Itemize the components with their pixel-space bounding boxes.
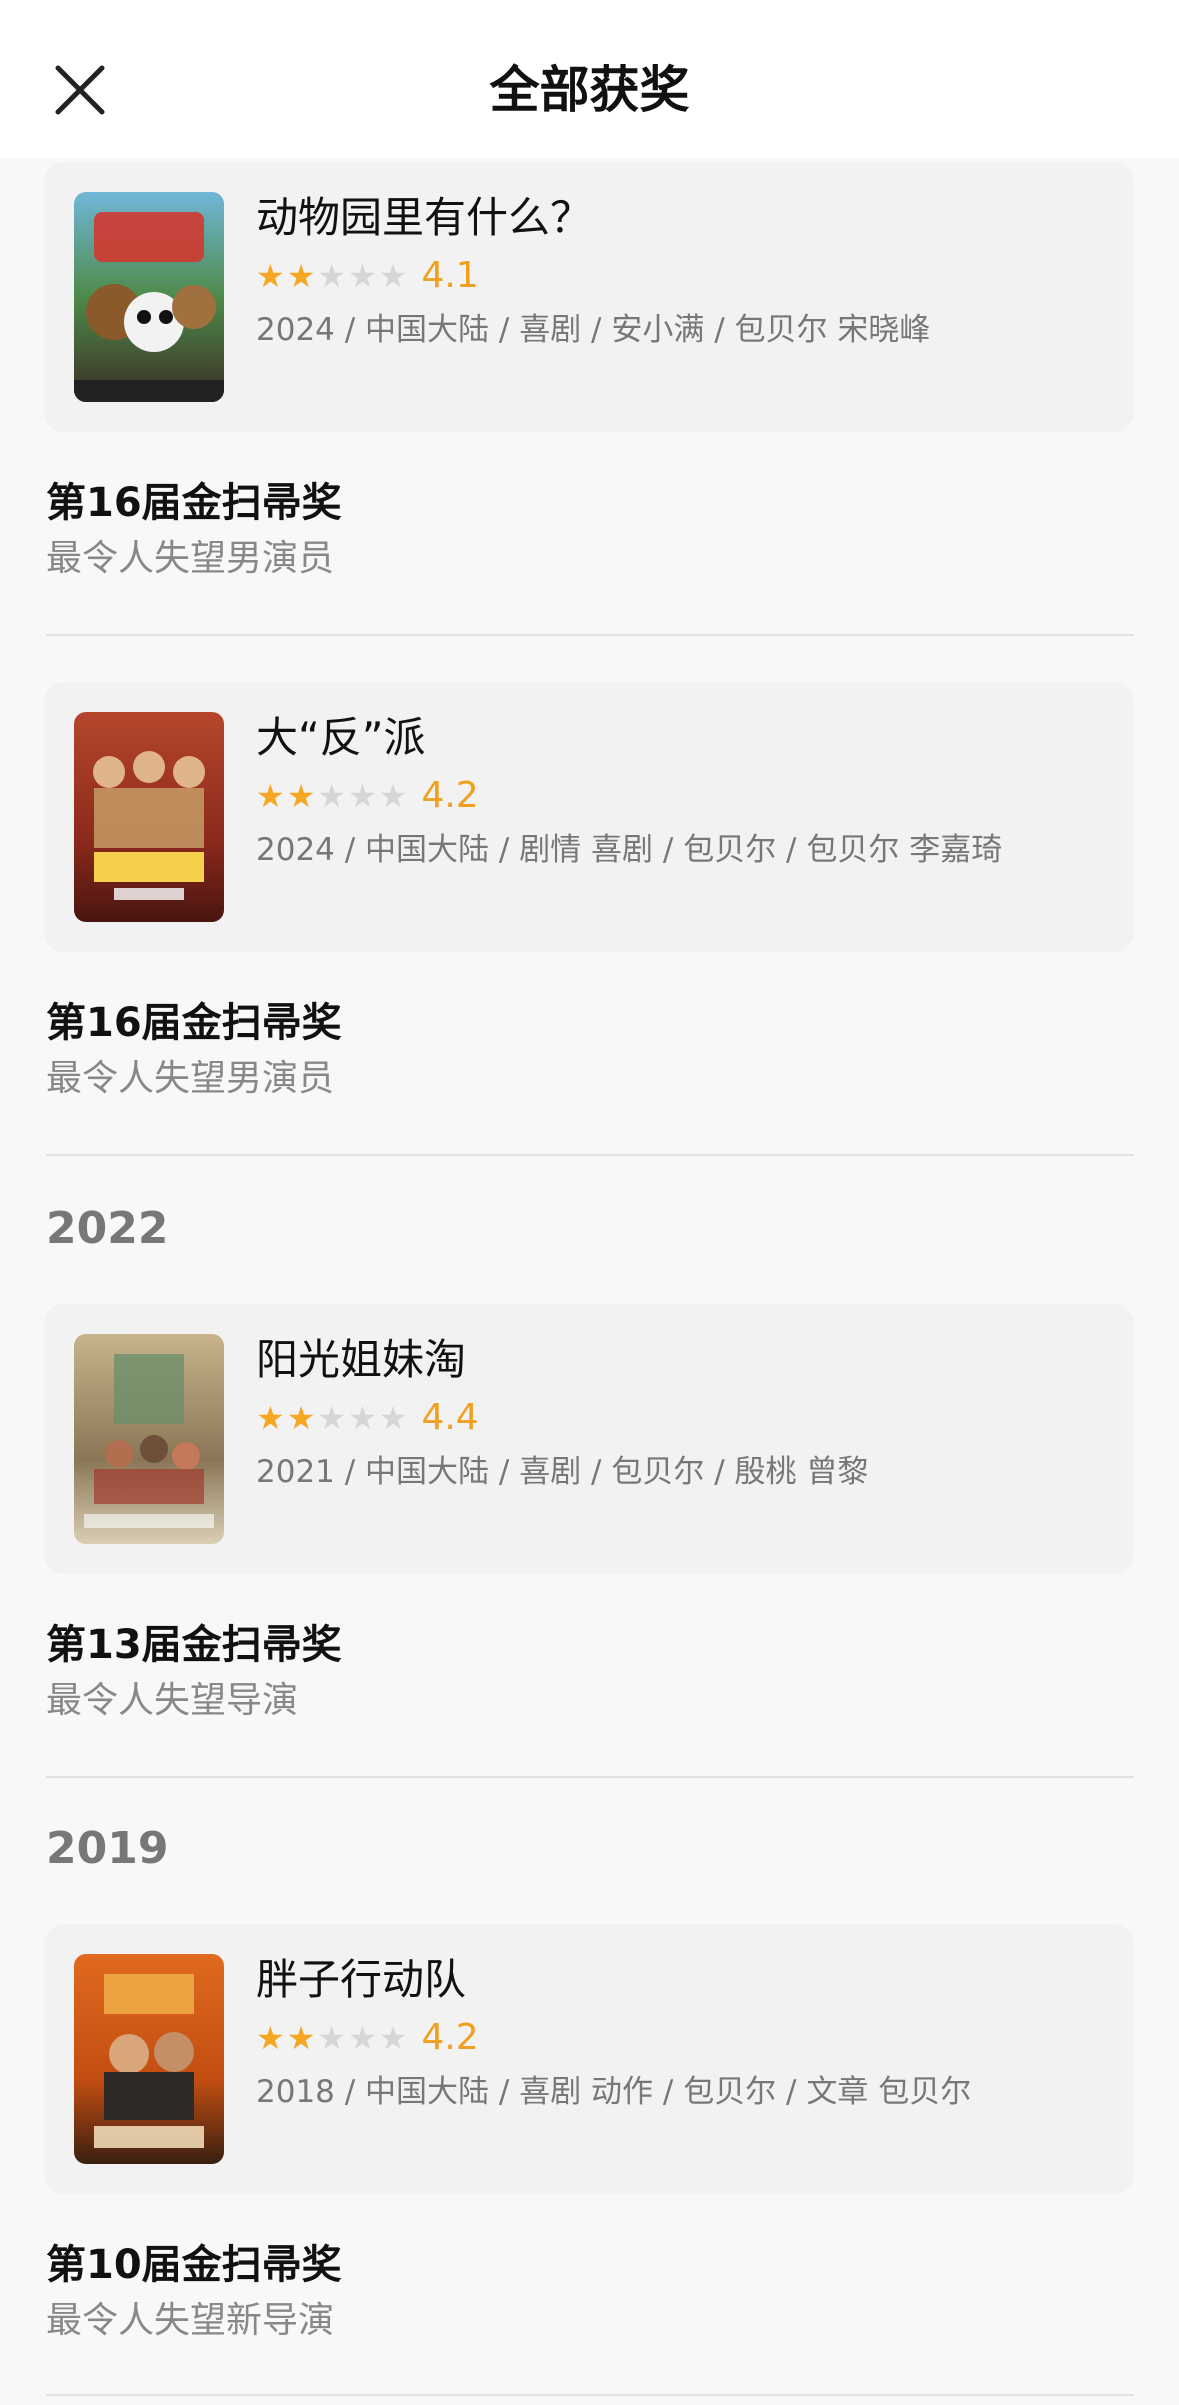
movie-meta: 2024 / 中国大陆 / 喜剧 / 安小满 / 包贝尔 宋晓峰 — [256, 312, 931, 348]
rating-row: ★ ★ ★ ★ ★ 4.4 — [256, 1398, 479, 1438]
star-filled-icon: ★ — [256, 777, 285, 815]
star-empty-icon: ★ — [378, 1399, 408, 1437]
star-empty-icon: ★ — [317, 777, 347, 815]
movie-title: 大“反”派 — [256, 713, 426, 762]
award-category: 最令人失望男演员 — [46, 538, 335, 579]
year-heading: 2019 — [46, 1823, 169, 1874]
movie-card[interactable]: 阳光姐妹淘 ★ ★ ★ ★ ★ 4.4 2021 / 中国大陆 / 喜剧 / 包… — [44, 1304, 1134, 1574]
rating-score: 4.2 — [421, 775, 479, 816]
star-empty-icon: ★ — [348, 777, 377, 815]
award-name: 第10届金扫帚奖 — [46, 2242, 342, 2288]
movie-title: 阳光姐妹淘 — [256, 1335, 467, 1384]
award-category: 最令人失望导演 — [46, 1680, 299, 1721]
star-filled-icon: ★ — [286, 257, 316, 295]
star-empty-icon: ★ — [348, 2019, 377, 2057]
star-empty-icon: ★ — [317, 257, 347, 295]
rating-score: 4.4 — [421, 1397, 479, 1438]
divider — [46, 634, 1134, 636]
award-category: 最令人失望男演员 — [46, 1058, 335, 1099]
star-empty-icon: ★ — [378, 257, 408, 295]
movie-poster — [74, 1334, 224, 1544]
star-empty-icon: ★ — [378, 777, 408, 815]
divider — [46, 1776, 1134, 1778]
rating-row: ★ ★ ★ ★ ★ 4.2 — [256, 776, 479, 816]
star-filled-icon: ★ — [286, 1399, 316, 1437]
rating-row: ★ ★ ★ ★ ★ 4.2 — [256, 2018, 479, 2058]
rating-row: ★ ★ ★ ★ ★ 4.1 — [256, 256, 479, 296]
movie-poster — [74, 192, 224, 402]
divider — [46, 2394, 1134, 2396]
star-empty-icon: ★ — [317, 2019, 347, 2057]
movie-meta: 2021 / 中国大陆 / 喜剧 / 包贝尔 / 殷桃 曾黎 — [256, 1454, 869, 1490]
award-name: 第13届金扫帚奖 — [46, 1622, 342, 1668]
rating-score: 4.1 — [421, 255, 479, 296]
star-empty-icon: ★ — [348, 1399, 377, 1437]
star-filled-icon: ★ — [286, 2019, 316, 2057]
movie-title: 胖子行动队 — [256, 1955, 467, 2004]
top-bar: 全部获奖 — [0, 0, 1179, 158]
movie-card[interactable]: 胖子行动队 ★ ★ ★ ★ ★ 4.2 2018 / 中国大陆 / 喜剧 动作 … — [44, 1924, 1134, 2194]
star-empty-icon: ★ — [348, 257, 377, 295]
page-title: 全部获奖 — [489, 61, 690, 119]
star-filled-icon: ★ — [256, 2019, 285, 2057]
movie-title: 动物园里有什么？ — [256, 193, 593, 242]
movie-meta: 2018 / 中国大陆 / 喜剧 动作 / 包贝尔 / 文章 包贝尔 — [256, 2074, 972, 2110]
award-name: 第16届金扫帚奖 — [46, 480, 342, 526]
star-filled-icon: ★ — [256, 257, 285, 295]
year-heading: 2022 — [46, 1203, 169, 1254]
divider — [46, 1154, 1134, 1156]
star-filled-icon: ★ — [286, 777, 316, 815]
movie-card[interactable]: 大“反”派 ★ ★ ★ ★ ★ 4.2 2024 / 中国大陆 / 剧情 喜剧 … — [44, 682, 1134, 952]
award-name: 第16届金扫帚奖 — [46, 1000, 342, 1046]
star-filled-icon: ★ — [256, 1399, 285, 1437]
award-category: 最令人失望新导演 — [46, 2300, 335, 2341]
movie-meta: 2024 / 中国大陆 / 剧情 喜剧 / 包贝尔 / 包贝尔 李嘉琦 — [256, 832, 1003, 868]
movie-poster — [74, 712, 224, 922]
star-empty-icon: ★ — [378, 2019, 408, 2057]
rating-score: 4.2 — [421, 2017, 479, 2058]
star-empty-icon: ★ — [317, 1399, 347, 1437]
movie-poster — [74, 1954, 224, 2164]
movie-card[interactable]: 动物园里有什么？ ★ ★ ★ ★ ★ 4.1 2024 / 中国大陆 / 喜剧 … — [44, 162, 1134, 432]
